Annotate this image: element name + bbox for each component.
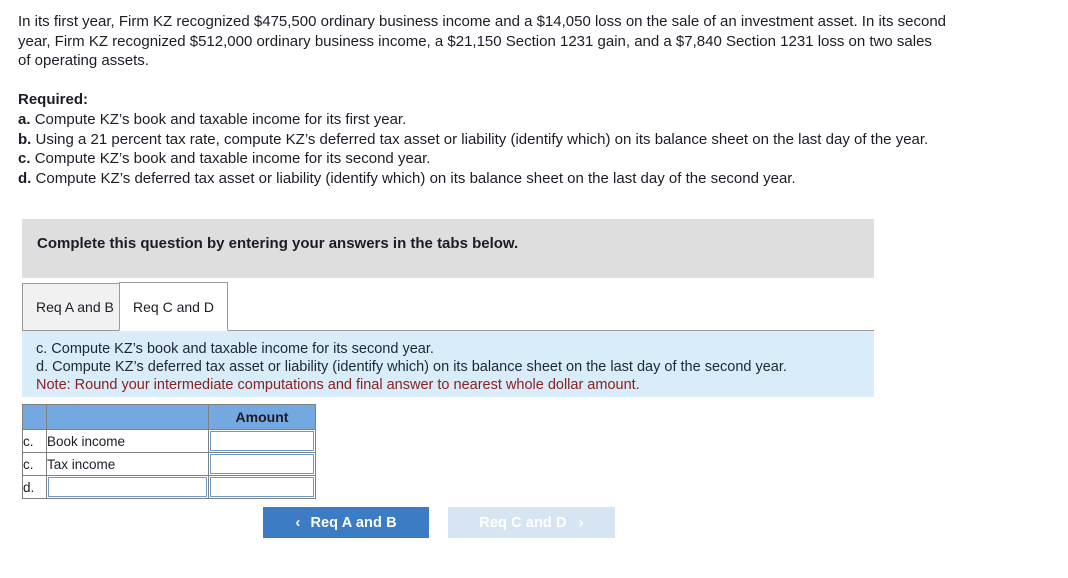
prev-button-label: Req A and B (310, 514, 397, 531)
next-button-label: Req C and D (479, 514, 567, 531)
row-amount-cell-book-income[interactable] (208, 429, 316, 453)
table-header-row: Amount (22, 404, 316, 430)
description-input-d[interactable] (48, 477, 207, 497)
prev-req-a-and-b-button[interactable]: ‹ Req A and B (263, 507, 429, 538)
required-item-a-text: Compute KZ’s book and taxable income for… (34, 111, 407, 128)
header-cell-amount: Amount (208, 404, 316, 430)
requirement-info-panel: c. Compute KZ’s book and taxable income … (22, 331, 874, 397)
required-item-b-text: Using a 21 percent tax rate, compute KZ’… (35, 130, 929, 148)
row-label-c-book: c. (22, 429, 47, 453)
required-item-d-text: Compute KZ’s deferred tax asset or liabi… (35, 169, 796, 187)
row-label-c-tax: c. (22, 452, 47, 476)
amount-input-d[interactable] (210, 477, 314, 497)
required-item-b-label: b. (18, 130, 32, 148)
header-cell-blank-2 (46, 404, 209, 430)
amount-input-book-income[interactable] (210, 431, 314, 451)
info-panel-line-d: d. Compute KZ’s deferred tax asset or li… (36, 359, 787, 375)
row-label-d: d. (22, 475, 47, 499)
header-cell-blank-1 (22, 404, 47, 430)
chevron-left-icon: ‹ (295, 514, 301, 531)
answer-table: Amount c. Book income c. Tax income d. (22, 404, 316, 499)
required-item-c-text: Compute KZ’s book and taxable income for… (34, 150, 431, 167)
next-req-c-and-d-button[interactable]: Req C and D › (448, 507, 615, 538)
required-block: Required: a. Compute KZ’s book and taxab… (18, 90, 948, 188)
required-item-a-label: a. (18, 111, 31, 128)
amount-input-tax-income[interactable] (210, 454, 314, 474)
question-page: In its first year, Firm KZ recognized $4… (0, 0, 1068, 578)
row-amount-cell-d[interactable] (208, 475, 316, 499)
required-item-c: c. Compute KZ’s book and taxable income … (18, 149, 948, 169)
required-item-d: d. Compute KZ’s deferred tax asset or li… (18, 169, 948, 189)
info-panel-line-c: c. Compute KZ’s book and taxable income … (36, 341, 434, 357)
row-description-tax-income: Tax income (46, 452, 209, 476)
row-description-book-income: Book income (46, 429, 209, 453)
chevron-right-icon: › (578, 514, 584, 531)
info-panel-note: Note: Round your intermediate computatio… (36, 377, 640, 393)
required-item-b: b. Using a 21 percent tax rate, compute … (18, 130, 948, 150)
table-row: d. (22, 475, 316, 499)
row-amount-cell-tax-income[interactable] (208, 452, 316, 476)
required-heading: Required: (18, 91, 89, 108)
required-item-c-label: c. (18, 150, 31, 167)
instruction-banner: Complete this question by entering your … (22, 219, 874, 278)
table-row: c. Tax income (22, 452, 316, 476)
table-row: c. Book income (22, 429, 316, 453)
instruction-banner-text: Complete this question by entering your … (37, 235, 519, 252)
tab-req-c-and-d[interactable]: Req C and D (119, 282, 228, 331)
row-description-cell-d[interactable] (46, 475, 209, 499)
tab-strip: Req A and B Req C and D (22, 281, 874, 331)
problem-statement: In its first year, Firm KZ recognized $4… (18, 13, 947, 69)
required-item-a: a. Compute KZ’s book and taxable income … (18, 110, 948, 130)
tab-req-a-and-b[interactable]: Req A and B (22, 283, 128, 331)
required-item-d-label: d. (18, 169, 32, 187)
